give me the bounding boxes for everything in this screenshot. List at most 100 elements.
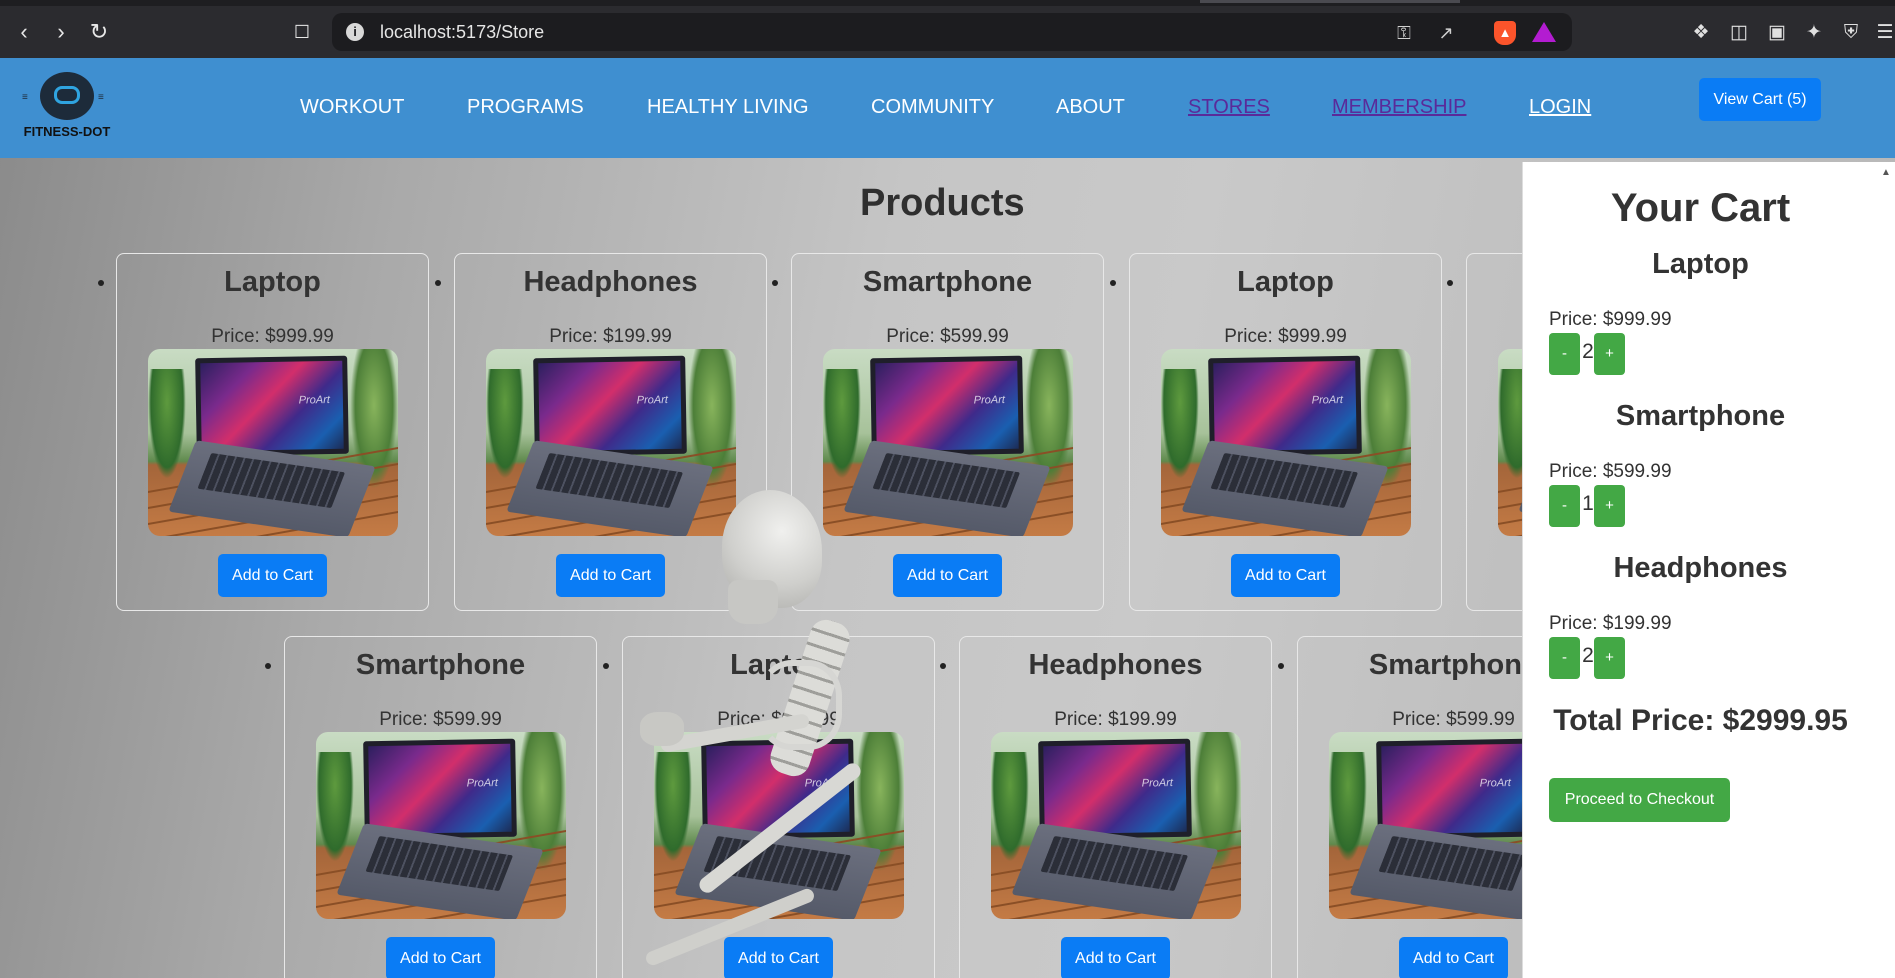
tab-strip [0, 0, 1895, 6]
add-to-cart-button[interactable]: Add to Cart [1061, 937, 1170, 978]
cart-item-qty: 1 [1582, 492, 1594, 515]
product-image: ProArt [1161, 349, 1411, 536]
product-image: ProArt [991, 732, 1241, 919]
product-name: Smartphone [355, 649, 526, 681]
nav-membership[interactable]: MEMBERSHIP [1332, 96, 1466, 119]
list-bullet [435, 280, 441, 286]
product-image: ProArt [316, 732, 566, 919]
logo-emblem [40, 72, 94, 120]
list-bullet [940, 663, 946, 669]
info-icon[interactable]: i [346, 23, 364, 41]
vpn-icon[interactable]: ⛨ [1838, 20, 1864, 46]
increase-qty-button[interactable]: + [1594, 485, 1625, 527]
cart-title: Your Cart [1610, 186, 1791, 230]
checkout-button[interactable]: Proceed to Checkout [1549, 778, 1730, 822]
nav-workout[interactable]: WORKOUT [300, 96, 404, 119]
cart-item-qty: 2 [1582, 644, 1594, 667]
product-price: Price: $199.99 [549, 326, 672, 347]
list-bullet [772, 280, 778, 286]
sidebar-icon[interactable]: ◫ [1726, 20, 1752, 46]
decrease-qty-button[interactable]: - [1549, 485, 1580, 527]
decrease-qty-button[interactable]: - [1549, 333, 1580, 375]
add-to-cart-button[interactable]: Add to Cart [1231, 554, 1340, 597]
increase-qty-button[interactable]: + [1594, 637, 1625, 679]
nav-stores[interactable]: STORES [1188, 96, 1270, 119]
image-brand: ProArt [636, 393, 669, 407]
add-to-cart-button[interactable]: Add to Cart [218, 554, 327, 597]
menu-icon[interactable]: ☰ [1872, 20, 1895, 46]
product-price: Price: $199.99 [1054, 709, 1177, 730]
product-name: Headphones [523, 266, 698, 298]
image-brand: ProArt [1479, 776, 1512, 790]
forward-icon[interactable]: › [47, 18, 75, 46]
product-card: Smartphone Price: $599.99 ProArt Add to Car… [791, 253, 1104, 611]
product-image: ProArt [823, 349, 1073, 536]
brave-shield-icon[interactable]: ▲ [1494, 21, 1516, 45]
add-to-cart-button[interactable]: Add to Cart [893, 554, 1002, 597]
list-bullet [98, 280, 104, 286]
product-name: Laptop [1237, 266, 1334, 298]
extensions-icon[interactable]: ❖ [1688, 20, 1714, 46]
product-card: Laptop Price: $999.99 ProArt Add to Cart [1129, 253, 1442, 611]
scroll-up-icon[interactable]: ▲ [1881, 168, 1891, 178]
bookmark-icon[interactable]: ☐ [288, 18, 316, 46]
add-to-cart-button[interactable]: Add to Cart [386, 937, 495, 978]
cart-item-price: Price: $599.99 [1549, 461, 1672, 482]
url-text[interactable]: localhost:5173/Store [380, 22, 544, 43]
nav-login[interactable]: LOGIN [1529, 96, 1591, 119]
product-card: Headphones Price: $199.99 ProArt Add to Car… [959, 636, 1272, 978]
decrease-qty-button[interactable]: - [1549, 637, 1580, 679]
cart-total: Total Price: $2999.95 [1553, 704, 1848, 737]
logo-dots-right: ≡ [98, 92, 104, 103]
product-card: Laptop Price: $999.99 ProArt Add to Cart [116, 253, 429, 611]
view-cart-button[interactable]: View Cart (5) [1699, 78, 1821, 121]
nav-community[interactable]: COMMUNITY [871, 96, 994, 119]
product-price: Price: $599.99 [379, 709, 502, 730]
cart-item-name: Smartphone [1615, 400, 1786, 432]
tab-indicator [1200, 0, 1460, 3]
share-icon[interactable]: ↗ [1434, 21, 1458, 45]
increase-qty-button[interactable]: + [1594, 333, 1625, 375]
product-name: Headphones [1028, 649, 1203, 681]
image-brand: ProArt [466, 776, 499, 790]
cart-item-qty: 2 [1582, 340, 1594, 363]
product-price: Price: $599.99 [886, 326, 1009, 347]
image-brand: ProArt [1141, 776, 1174, 790]
list-bullet [265, 663, 271, 669]
cart-item-name: Headphones [1613, 552, 1788, 584]
list-bullet [1278, 663, 1284, 669]
product-price: Price: $999.99 [211, 326, 334, 347]
product-price: Price: $999.99 [1224, 326, 1347, 347]
reload-icon[interactable]: ↻ [85, 18, 113, 46]
product-image: ProArt [148, 349, 398, 536]
cart-item-price: Price: $199.99 [1549, 613, 1672, 634]
add-to-cart-button[interactable]: Add to Cart [556, 554, 665, 597]
nav-about[interactable]: ABOUT [1056, 96, 1125, 119]
product-name: Smartphone [862, 266, 1033, 298]
product-image: ProArt [486, 349, 736, 536]
browser-toolbar: ‹ › ↻ ☐ i localhost:5173/Store ⚿ ↗ ▲ ❖ ◫… [0, 0, 1895, 58]
image-brand: ProArt [804, 776, 837, 790]
add-to-cart-button[interactable]: Add to Cart [724, 937, 833, 978]
brave-rewards-icon[interactable] [1532, 22, 1556, 42]
product-card: Smartphone Price: $599.99 ProArt Add to Car… [284, 636, 597, 978]
nav-programs[interactable]: PROGRAMS [467, 96, 584, 119]
key-icon[interactable]: ⚿ [1392, 21, 1416, 45]
site-header: ≡ ≡ FITNESS-DOT WORKOUT PROGRAMS HEALTHY… [0, 58, 1895, 158]
leo-ai-icon[interactable]: ✦ [1801, 20, 1827, 46]
address-bar[interactable]: i localhost:5173/Store ⚿ ↗ [332, 13, 1572, 51]
logo[interactable]: ≡ ≡ FITNESS-DOT [14, 72, 120, 144]
cart-item-price: Price: $999.99 [1549, 309, 1672, 330]
list-bullet [1447, 280, 1453, 286]
image-brand: ProArt [298, 393, 331, 407]
store-page: ≡ ≡ FITNESS-DOT WORKOUT PROGRAMS HEALTHY… [0, 58, 1895, 978]
image-brand: ProArt [973, 393, 1006, 407]
products-heading: Products [860, 182, 1025, 224]
product-name: Laptop [224, 266, 321, 298]
back-icon[interactable]: ‹ [10, 18, 38, 46]
list-bullet [1110, 280, 1116, 286]
product-image: ProArt [654, 732, 904, 919]
nav-healthy-living[interactable]: HEALTHY LIVING [647, 96, 809, 119]
wallet-icon[interactable]: ▣ [1764, 20, 1790, 46]
add-to-cart-button[interactable]: Add to Cart [1399, 937, 1508, 978]
